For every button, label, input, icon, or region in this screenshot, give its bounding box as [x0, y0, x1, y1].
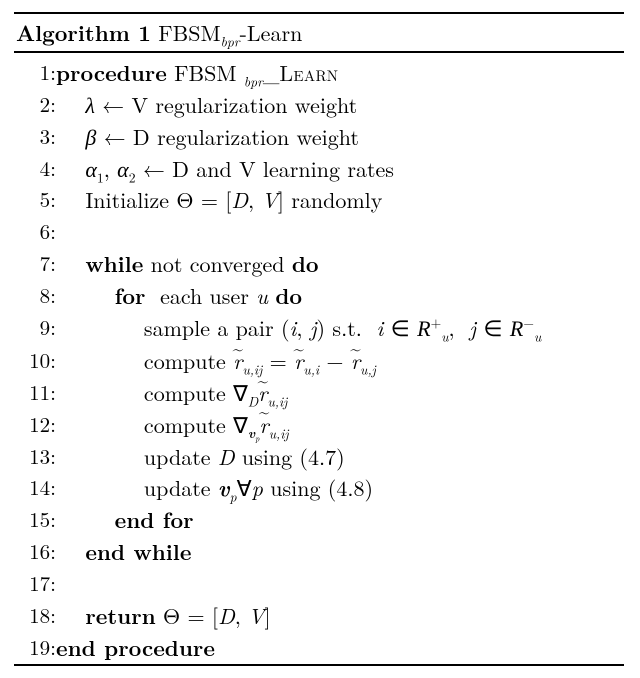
- line-number: 2:: [14, 89, 56, 121]
- line-number: 13:: [14, 441, 56, 473]
- line-content: β ← D regularization weight: [56, 121, 541, 153]
- algo-line: 13: update D using (4.7): [14, 441, 541, 473]
- algo-line: 1: procedure FBSM bpr_Learn: [14, 57, 541, 89]
- line-content: compute ru,ij = ru,i − ru,j: [56, 345, 541, 377]
- line-number: 3:: [14, 121, 56, 153]
- rule-bottom: [14, 664, 624, 666]
- line-number: 18:: [14, 600, 56, 632]
- line-number: 9:: [14, 312, 56, 345]
- line-content: return Θ = [D, V]: [56, 600, 541, 632]
- line-content: update vp∀p using (4.8): [56, 472, 541, 504]
- algo-line: 15: end for: [14, 504, 541, 536]
- algo-line: 3: β ← D regularization weight: [14, 121, 541, 153]
- line-content: compute ∇Dru,ij: [56, 377, 541, 409]
- algo-line: 11: compute ∇Dru,ij: [14, 377, 541, 409]
- line-number: 16:: [14, 536, 56, 568]
- line-content: procedure FBSM bpr_Learn: [56, 57, 541, 89]
- line-number: 11:: [14, 377, 56, 409]
- algorithm-name-a: FBSM: [158, 17, 220, 48]
- algo-line: 9: sample a pair (i, j) s.t. i ∈ R+u, j …: [14, 312, 541, 345]
- line-content: compute ∇vpru,ij: [56, 409, 541, 441]
- line-content: for each user u do: [56, 280, 541, 312]
- algo-line: 10: compute ru,ij = ru,i − ru,j: [14, 345, 541, 377]
- algo-line: 12: compute ∇vpru,ij: [14, 409, 541, 441]
- algorithm-body: 1: procedure FBSM bpr_Learn 2: λ ← V reg…: [14, 57, 541, 664]
- algo-line: 16: end while: [14, 536, 541, 568]
- algorithm-label: Algorithm 1: [16, 17, 151, 48]
- algo-line: 8: for each user u do: [14, 280, 541, 312]
- algorithm-title: Algorithm 1 FBSMbpr-Learn: [14, 14, 624, 51]
- line-content: while not converged do: [56, 248, 541, 280]
- line-number: 14:: [14, 472, 56, 504]
- line-number: 5:: [14, 184, 56, 216]
- line-content: [56, 216, 541, 248]
- line-content: α1, α2 ← D and V learning rates: [56, 153, 541, 185]
- algorithm-block: Algorithm 1 FBSMbpr-Learn 1: procedure F…: [14, 12, 624, 666]
- line-content: update D using (4.7): [56, 441, 541, 473]
- line-content: end procedure: [56, 632, 541, 664]
- algo-line: 14: update vp∀p using (4.8): [14, 472, 541, 504]
- line-content: [56, 568, 541, 600]
- algorithm-name-b: -Learn: [240, 17, 303, 48]
- line-content: end for: [56, 504, 541, 536]
- line-number: 4:: [14, 153, 56, 185]
- line-number: 10:: [14, 345, 56, 377]
- line-number: 19:: [14, 632, 56, 664]
- algorithm-name-sub: bpr: [221, 31, 240, 50]
- line-content: λ ← V regularization weight: [56, 89, 541, 121]
- rule-mid: [14, 51, 624, 53]
- algo-line: 19: end procedure: [14, 632, 541, 664]
- line-number: 8:: [14, 280, 56, 312]
- algo-line: 18: return Θ = [D, V]: [14, 600, 541, 632]
- line-number: 12:: [14, 409, 56, 441]
- algo-line: 4: α1, α2 ← D and V learning rates: [14, 153, 541, 185]
- algo-line: 7: while not converged do: [14, 248, 541, 280]
- line-content: end while: [56, 536, 541, 568]
- algo-line: 17:: [14, 568, 541, 600]
- line-number: 7:: [14, 248, 56, 280]
- line-number: 6:: [14, 216, 56, 248]
- line-number: 1:: [14, 57, 56, 89]
- line-content: Initialize Θ = [D, V] randomly: [56, 184, 541, 216]
- algo-line: 6:: [14, 216, 541, 248]
- line-number: 15:: [14, 504, 56, 536]
- line-number: 17:: [14, 568, 56, 600]
- algo-line: 5: Initialize Θ = [D, V] randomly: [14, 184, 541, 216]
- algo-line: 2: λ ← V regularization weight: [14, 89, 541, 121]
